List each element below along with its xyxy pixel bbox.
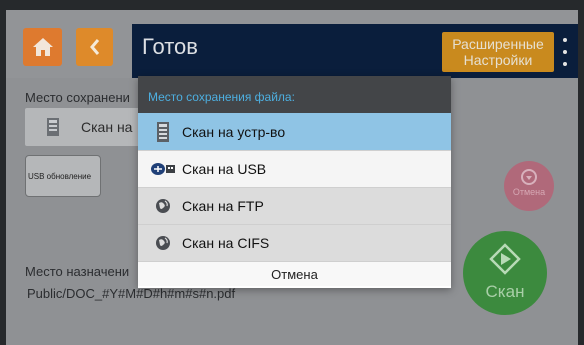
option-label: Скан на USB <box>182 161 267 177</box>
option-scan-to-device[interactable]: Скан на устр-во <box>138 113 451 150</box>
option-scan-to-cifs[interactable]: Скан на CIFS <box>138 224 451 261</box>
dialog-cancel-label: Отмена <box>271 266 318 282</box>
dialog-title: Место сохранения файла: <box>148 90 295 104</box>
dialog-cancel-button[interactable]: Отмена <box>138 261 451 286</box>
option-scan-to-usb[interactable]: Скан на USB <box>138 150 451 187</box>
screen: Готов Расширенные Настройки Место сохран… <box>6 10 578 345</box>
option-label: Скан на FTP <box>182 198 264 214</box>
usb-icon <box>150 158 176 180</box>
option-scan-to-ftp[interactable]: Скан на FTP <box>138 187 451 224</box>
globe-icon <box>150 195 176 217</box>
globe-icon <box>150 232 176 254</box>
device-icon <box>150 121 176 143</box>
option-label: Скан на устр-во <box>182 123 286 140</box>
save-location-dialog: Место сохранения файла: Скан на устр-во <box>138 76 451 288</box>
option-label: Скан на CIFS <box>182 235 270 251</box>
dialog-header: Место сохранения файла: <box>138 76 451 113</box>
